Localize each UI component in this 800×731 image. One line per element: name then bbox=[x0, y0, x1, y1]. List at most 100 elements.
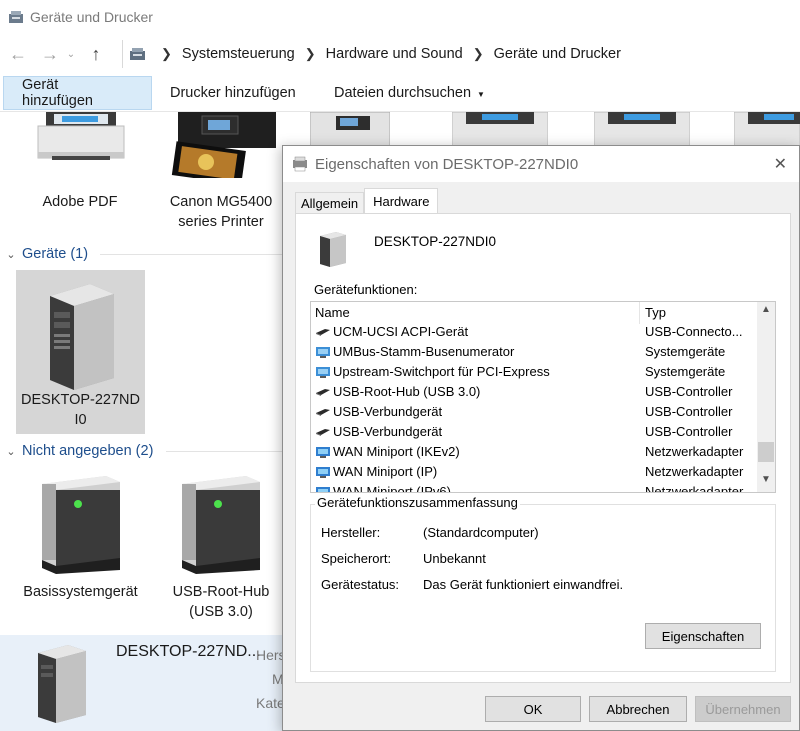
breadcrumb-separator[interactable]: ❯ bbox=[161, 46, 172, 62]
printer-canon-mg5400[interactable]: Canon MG5400 series Printer bbox=[160, 112, 282, 237]
usb-icon bbox=[315, 426, 331, 438]
browse-files-button[interactable]: Dateien durchsuchen ▼ bbox=[316, 76, 503, 110]
list-item[interactable]: USB-Root-Hub (USB 3.0) USB-Controller bbox=[311, 382, 758, 402]
breadcrumb-separator[interactable]: ❯ bbox=[473, 46, 484, 62]
up-arrow-icon[interactable]: ↑ bbox=[82, 40, 110, 68]
printer-icon bbox=[171, 112, 276, 178]
tab-label: Allgemein bbox=[301, 196, 359, 211]
control-panel-icon bbox=[129, 47, 147, 61]
add-device-button[interactable]: Gerät hinzufügen bbox=[3, 76, 152, 110]
printer-icon[interactable] bbox=[594, 112, 690, 148]
status-value: Das Gerät funktioniert einwandfrei. bbox=[423, 577, 624, 592]
computer-tower-icon bbox=[38, 645, 86, 723]
device-usb-root-hub[interactable]: USB-Root-Hub (USB 3.0) bbox=[160, 470, 282, 630]
list-item[interactable]: WAN Miniport (IP) Netzwerkadapter bbox=[311, 462, 758, 482]
list-item-name: USB-Verbundgerät bbox=[333, 404, 443, 419]
manufacturer-value: (Standardcomputer) bbox=[423, 525, 539, 540]
group-header-unspecified[interactable]: ⌄ Nicht angegeben (2) bbox=[0, 439, 282, 463]
group-title-devices: Geräte (1) bbox=[22, 246, 89, 262]
breadcrumb-control-panel[interactable]: Systemsteuerung bbox=[182, 46, 295, 62]
add-device-label: Gerät hinzufügen bbox=[22, 77, 93, 109]
properties-button-label: Eigenschaften bbox=[661, 628, 745, 644]
system-device-icon bbox=[315, 346, 331, 358]
collapse-chevron-icon[interactable]: ⌄ bbox=[0, 248, 22, 261]
device-functions-list[interactable]: Name Typ UCM-UCSI ACPI-Gerät USB-Connecto… bbox=[310, 301, 776, 493]
cancel-button-label: Abbrechen bbox=[606, 701, 670, 717]
browse-files-label: Dateien durchsuchen bbox=[334, 85, 472, 101]
address-bar[interactable]: ❯ Systemsteuerung ❯ Hardware und Sound ❯… bbox=[122, 40, 800, 68]
list-item[interactable]: WAN Miniport (IKEv2) Netzwerkadapter bbox=[311, 442, 758, 462]
recent-locations-chevron-icon[interactable]: ⌄ bbox=[64, 40, 78, 68]
list-item-name: WAN Miniport (IP) bbox=[333, 464, 438, 479]
details-device-name: DESKTOP-227ND... bbox=[116, 643, 261, 660]
scroll-down-arrow-icon[interactable]: ▼ bbox=[757, 474, 775, 490]
list-item[interactable]: UCM-UCSI ACPI-Gerät USB-Connecto... bbox=[311, 322, 758, 342]
dropdown-caret-icon: ▼ bbox=[477, 89, 485, 99]
group-header-devices[interactable]: ⌄ Geräte (1) bbox=[0, 242, 282, 266]
tab-hardware[interactable]: Hardware bbox=[364, 188, 439, 214]
column-divider[interactable] bbox=[639, 302, 640, 324]
device-desktop[interactable]: DESKTOP-227ND I0 bbox=[16, 270, 145, 434]
navigation-bar: ← → ⌄ ↑ ❯ Systemsteuerung ❯ Hardware und… bbox=[0, 36, 800, 72]
printer-icon[interactable] bbox=[452, 112, 548, 148]
ok-button[interactable]: OK bbox=[485, 696, 581, 722]
list-item[interactable]: UMBus-Stamm-Busenumerator Systemgeräte bbox=[311, 342, 758, 362]
list-item-name: USB-Root-Hub (USB 3.0) bbox=[333, 384, 481, 399]
network-adapter-icon bbox=[315, 486, 331, 492]
computer-tower-icon bbox=[50, 284, 114, 390]
list-item[interactable]: WAN Miniport (IPv6) Netzwerkadapter bbox=[311, 482, 758, 493]
window-titlebar: Geräte und Drucker bbox=[0, 0, 800, 34]
network-adapter-icon bbox=[315, 466, 331, 478]
list-item-name: UMBus-Stamm-Busenumerator bbox=[333, 344, 515, 359]
device-box-icon bbox=[42, 476, 120, 574]
breadcrumb-devices-printers[interactable]: Geräte und Drucker bbox=[494, 46, 621, 62]
scroll-up-arrow-icon[interactable]: ▲ bbox=[757, 304, 775, 320]
printer-adobe-pdf[interactable]: Adobe PDF bbox=[20, 112, 140, 237]
control-panel-icon bbox=[8, 10, 24, 24]
printer-icon[interactable] bbox=[734, 112, 800, 148]
list-item-type: Netzwerkadapter bbox=[645, 464, 744, 479]
usb-icon bbox=[315, 406, 331, 418]
list-item-type: USB-Controller bbox=[645, 424, 733, 439]
add-printer-button[interactable]: Drucker hinzufügen bbox=[152, 76, 314, 110]
device-label-line2: (USB 3.0) bbox=[189, 604, 253, 620]
dialog-device-name: DESKTOP-227NDI0 bbox=[374, 234, 497, 249]
list-item-name: UCM-UCSI ACPI-Gerät bbox=[333, 324, 469, 339]
printer-label: Canon MG5400 series Printer bbox=[169, 194, 273, 230]
location-label: Speicherort: bbox=[321, 551, 392, 566]
close-icon[interactable]: ✕ bbox=[774, 154, 787, 174]
device-label-line1: DESKTOP-227ND bbox=[21, 392, 140, 408]
properties-button[interactable]: Eigenschaften bbox=[645, 623, 761, 649]
breadcrumb-hardware-sound[interactable]: Hardware und Sound bbox=[326, 46, 463, 62]
status-label: Gerätestatus: bbox=[321, 577, 400, 592]
device-box-icon bbox=[182, 476, 260, 574]
list-item-type: Systemgeräte bbox=[645, 364, 726, 379]
list-scrollbar[interactable]: ▲ ▼ bbox=[757, 302, 775, 492]
back-arrow-icon[interactable]: ← bbox=[4, 40, 32, 68]
tab-label: Hardware bbox=[373, 194, 430, 209]
usb-icon bbox=[315, 326, 331, 338]
list-item-type: Netzwerkadapter bbox=[645, 484, 744, 493]
list-item-type: Netzwerkadapter bbox=[645, 444, 744, 459]
properties-dialog: Eigenschaften von DESKTOP-227NDI0 ✕ Allg… bbox=[282, 145, 800, 731]
column-header-type[interactable]: Typ bbox=[645, 305, 666, 320]
list-item[interactable]: Upstream-Switchport für PCI-Express Syste… bbox=[311, 362, 758, 382]
list-item[interactable]: USB-Verbundgerät USB-Controller bbox=[311, 402, 758, 422]
manufacturer-label: Hersteller: bbox=[321, 525, 381, 540]
breadcrumb-separator[interactable]: ❯ bbox=[305, 46, 316, 62]
list-item[interactable]: USB-Verbundgerät USB-Controller bbox=[311, 422, 758, 442]
dialog-titlebar: Eigenschaften von DESKTOP-227NDI0 ✕ bbox=[283, 146, 799, 182]
cancel-button[interactable]: Abbrechen bbox=[589, 696, 687, 722]
device-basic-system[interactable]: Basissystemgerät bbox=[16, 470, 145, 630]
column-header-name[interactable]: Name bbox=[315, 305, 350, 320]
printer-label: Adobe PDF bbox=[42, 194, 118, 210]
printer-icon bbox=[37, 112, 125, 160]
ok-button-label: OK bbox=[523, 701, 543, 717]
network-adapter-icon bbox=[315, 446, 331, 458]
tab-general[interactable]: Allgemein bbox=[295, 192, 365, 214]
forward-arrow-icon[interactable]: → bbox=[36, 40, 64, 68]
collapse-chevron-icon[interactable]: ⌄ bbox=[0, 445, 22, 458]
scroll-thumb[interactable] bbox=[758, 442, 774, 462]
device-functions-label: Gerätefunktionen: bbox=[314, 282, 418, 297]
apply-button[interactable]: Übernehmen bbox=[695, 696, 791, 722]
